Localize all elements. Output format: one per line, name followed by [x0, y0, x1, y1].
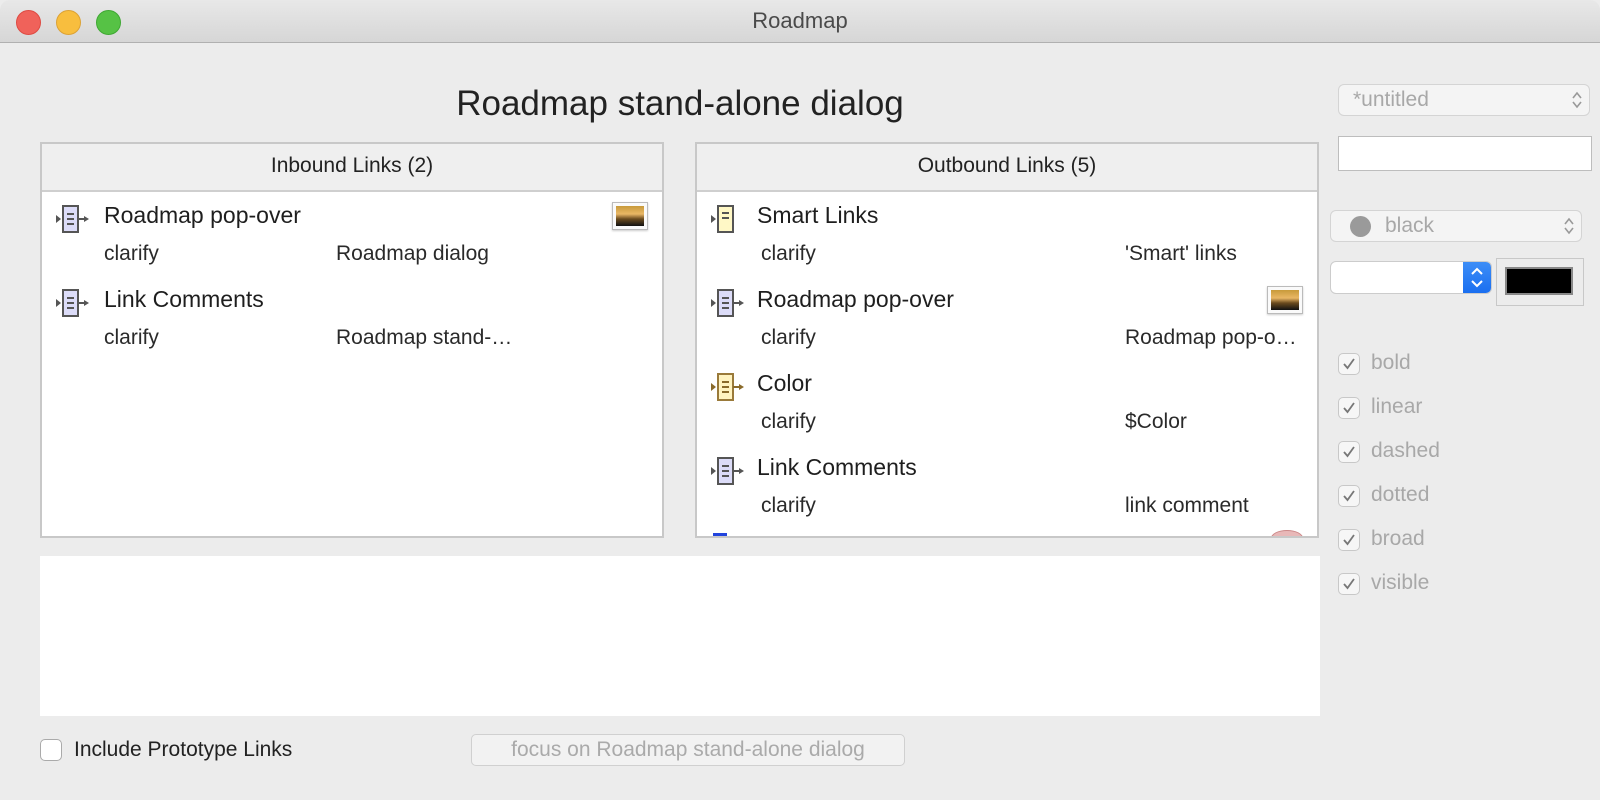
list-item[interactable]: Link Comments clarify Roadmap stand-… [42, 276, 662, 360]
chevron-updown-icon [1572, 91, 1582, 109]
dashed-checkbox[interactable] [1338, 441, 1360, 463]
linear-label: linear [1371, 395, 1423, 418]
link-source-title: Link Comments [104, 286, 264, 312]
checkmark-icon [1343, 578, 1355, 590]
list-item[interactable]: Roadmap pop-over clarify Roadmap pop-o… [697, 276, 1317, 360]
bold-label: bold [1371, 351, 1411, 374]
outbound-links-panel: Outbound Links (5) Smart Links clarify '… [695, 142, 1319, 538]
inbound-links-header: Inbound Links (2) [42, 144, 662, 192]
visible-label: visible [1371, 571, 1430, 594]
checkmark-icon [1343, 534, 1355, 546]
line-style-select-button[interactable] [1463, 262, 1491, 293]
note-link-icon [711, 289, 744, 317]
checkmark-icon [1343, 358, 1355, 370]
link-type-select[interactable]: *untitled [1338, 84, 1590, 116]
chevron-updown-icon [1564, 217, 1574, 235]
link-type: clarify [761, 494, 816, 517]
title-bar: Roadmap [0, 0, 1600, 43]
chevron-updown-icon [1471, 267, 1483, 288]
link-destination-title: Color [757, 370, 812, 396]
link-destination-title: Smart Links [757, 202, 879, 228]
color-swatch [1505, 267, 1573, 295]
color-swatch-well[interactable] [1496, 258, 1584, 306]
list-item[interactable]: Smart Links clarify 'Smart' links [697, 192, 1317, 276]
note-link-icon [711, 457, 744, 485]
linear-checkbox[interactable] [1338, 397, 1360, 419]
broad-checkbox[interactable] [1338, 529, 1360, 551]
checkmark-icon [1343, 402, 1355, 414]
visible-checkbox[interactable] [1338, 573, 1360, 595]
list-item[interactable]: Link Comments clarify link comment [697, 444, 1317, 528]
broad-label: broad [1371, 527, 1425, 550]
link-destination-title: Link Comments [757, 454, 917, 480]
link-destination-title: Roadmap pop-over [757, 286, 954, 312]
link-type: clarify [761, 326, 816, 349]
image-thumbnail-icon [612, 202, 648, 230]
link-target: Roadmap stand-… [336, 326, 513, 349]
include-prototype-links-checkbox[interactable] [40, 739, 62, 761]
inbound-links-list[interactable]: Roadmap pop-over clarify Roadmap dialog … [42, 192, 662, 360]
note-link-icon [711, 373, 744, 401]
outbound-links-list[interactable]: Smart Links clarify 'Smart' links Roadma… [697, 192, 1317, 528]
link-type-select-value: *untitled [1353, 88, 1429, 111]
focus-button[interactable]: focus on Roadmap stand-alone dialog [471, 734, 905, 766]
dotted-label: dotted [1371, 483, 1430, 506]
link-comments-textarea[interactable] [40, 556, 1320, 716]
note-link-icon [56, 205, 89, 233]
link-name-field[interactable] [1338, 136, 1592, 171]
link-target: $Color [1125, 410, 1187, 433]
image-thumbnail-icon [1267, 286, 1303, 314]
checkmark-icon [1343, 490, 1355, 502]
dotted-checkbox[interactable] [1338, 485, 1360, 507]
partial-row-icon [713, 533, 727, 536]
link-target: 'Smart' links [1125, 242, 1237, 265]
include-prototype-links-label[interactable]: Include Prototype Links [74, 738, 292, 762]
list-item[interactable]: Roadmap pop-over clarify Roadmap dialog [42, 192, 662, 276]
line-style-select[interactable] [1330, 261, 1492, 294]
checkmark-icon [1343, 446, 1355, 458]
dashed-label: dashed [1371, 439, 1440, 462]
link-target: Roadmap pop-o… [1125, 326, 1297, 349]
color-select-value: black [1385, 214, 1435, 237]
link-source-title: Roadmap pop-over [104, 202, 301, 228]
bold-checkbox[interactable] [1338, 353, 1360, 375]
link-type: clarify [761, 410, 816, 433]
partial-row-badge-icon [1271, 530, 1303, 536]
link-target: Roadmap dialog [336, 242, 489, 265]
inbound-links-panel: Inbound Links (2) Roadmap pop-over clari… [40, 142, 664, 538]
color-dot-icon [1350, 216, 1371, 237]
note-link-icon [711, 205, 734, 233]
outbound-links-header: Outbound Links (5) [697, 144, 1317, 192]
color-select[interactable]: black [1330, 210, 1582, 242]
note-link-icon [56, 289, 89, 317]
link-target: link comment [1125, 494, 1249, 517]
link-type: clarify [761, 242, 816, 265]
page-title: Roadmap stand-alone dialog [456, 84, 904, 123]
list-item[interactable]: Color clarify $Color [697, 360, 1317, 444]
link-type: clarify [104, 326, 159, 349]
window-title: Roadmap [752, 8, 848, 33]
link-type: clarify [104, 242, 159, 265]
